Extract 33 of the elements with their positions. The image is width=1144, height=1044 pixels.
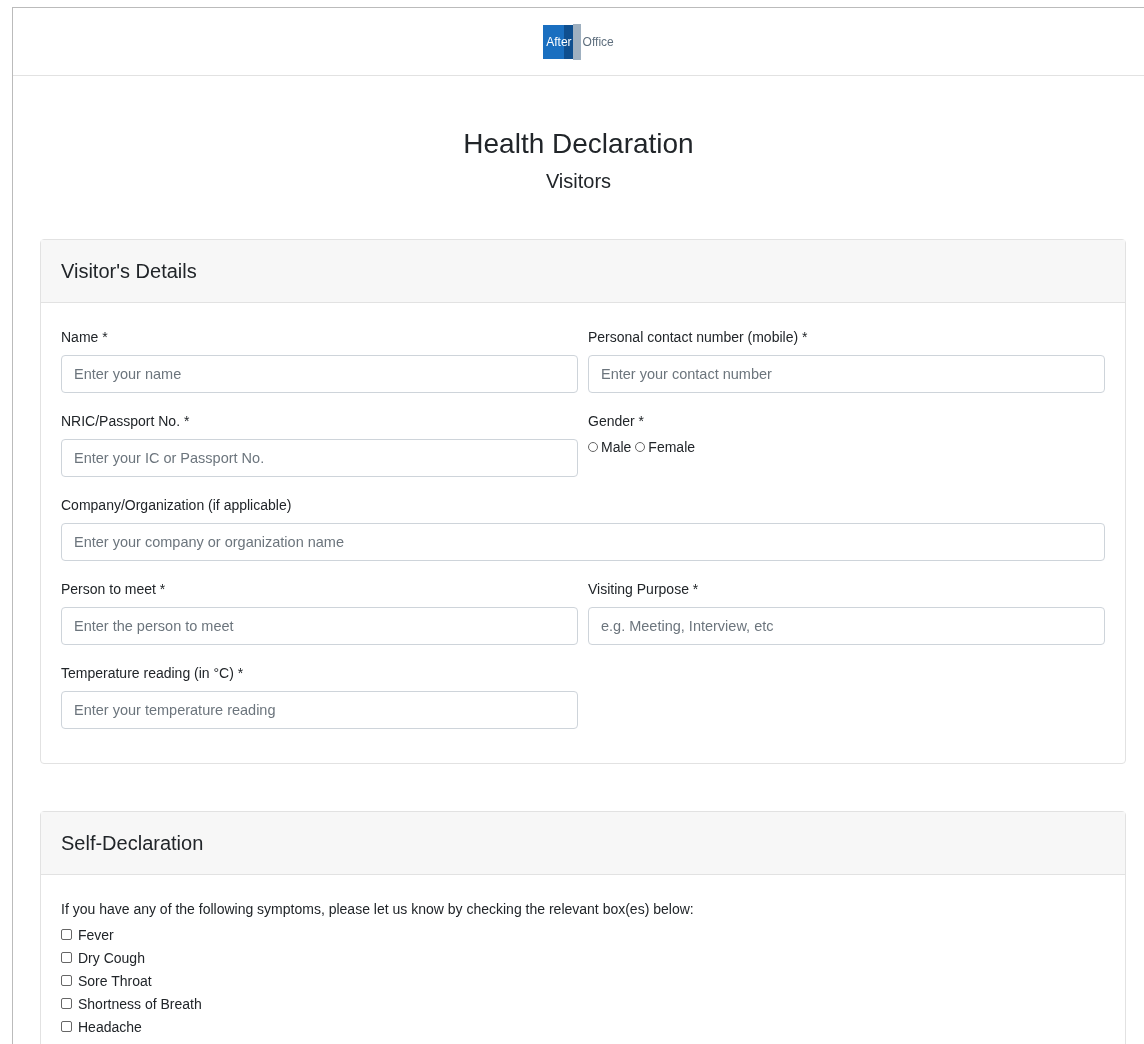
- card-heading: Visitor's Details: [61, 259, 197, 283]
- symptom-option[interactable]: Headache: [61, 1015, 1105, 1038]
- field-label: Gender *: [588, 413, 646, 429]
- checkbox[interactable]: [61, 998, 72, 1009]
- page-subtitle: Visitors: [544, 170, 613, 193]
- page-title: Health Declaration: [462, 128, 695, 160]
- instruction-text: If you have any of the following symptoms, please let us know by checking the relevant box(es) below:: [61, 901, 695, 917]
- checkbox[interactable]: [61, 1021, 72, 1032]
- input-field[interactable]: Enter your contact number: [588, 355, 1105, 393]
- radio-option[interactable]: Male: [588, 439, 632, 455]
- input-field[interactable]: Enter your temperature reading: [61, 691, 578, 729]
- radio-option[interactable]: Female: [635, 439, 696, 455]
- symptom-option[interactable]: Fever: [61, 923, 1105, 946]
- symptom-option[interactable]: Shortness of Breath: [61, 992, 1105, 1015]
- checkbox[interactable]: [61, 975, 72, 986]
- field-label: Visiting Purpose *: [588, 581, 700, 597]
- field-label: Name *: [61, 329, 109, 345]
- field-label: Company/Organization (if applicable): [61, 497, 293, 513]
- input-field[interactable]: e.g. Meeting, Interview, etc: [588, 607, 1105, 645]
- field-label: Person to meet *: [61, 581, 167, 597]
- field-label: Temperature reading (in °C) *: [61, 665, 245, 681]
- checkbox[interactable]: [61, 929, 72, 940]
- input-field[interactable]: Enter your IC or Passport No.: [61, 439, 578, 477]
- input-field[interactable]: Enter the person to meet: [61, 607, 578, 645]
- symptom-option[interactable]: Dry Cough: [61, 946, 1105, 969]
- input-field[interactable]: Enter your company or organization name: [61, 523, 1105, 561]
- input-field[interactable]: Enter your name: [61, 355, 578, 393]
- symptom-option[interactable]: Sore Throat: [61, 969, 1105, 992]
- field-label: NRIC/Passport No. *: [61, 413, 191, 429]
- card-heading: Self-Declaration: [61, 831, 204, 855]
- checkbox[interactable]: [61, 952, 72, 963]
- field-label: Personal contact number (mobile) *: [588, 329, 809, 345]
- logo: After Office: [543, 23, 614, 60]
